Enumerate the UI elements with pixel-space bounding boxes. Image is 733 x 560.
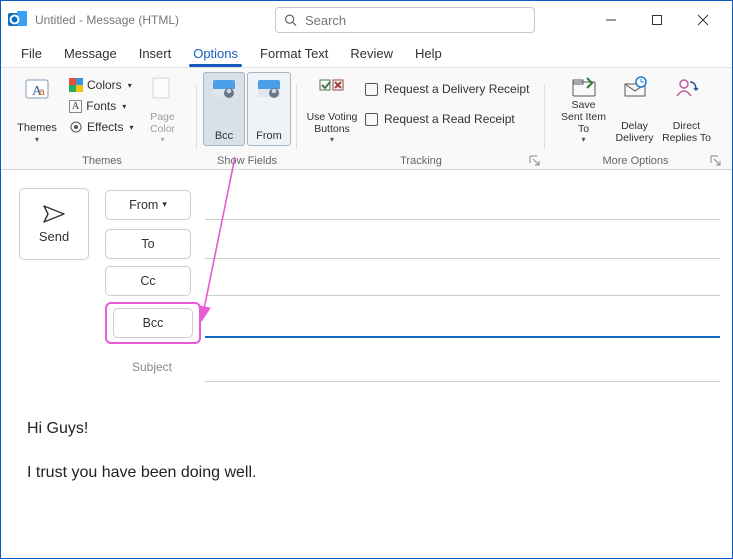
- ribbon-tabs: File Message Insert Options Format Text …: [1, 39, 732, 67]
- dialog-launcher-icon[interactable]: [710, 155, 722, 167]
- dialog-launcher-icon[interactable]: [529, 155, 541, 167]
- search-icon: [284, 13, 297, 27]
- bcc-highlight: Bcc: [105, 302, 201, 344]
- to-field[interactable]: [205, 229, 720, 259]
- subject-field[interactable]: [205, 352, 720, 382]
- chevron-down-icon: ▾: [162, 199, 167, 210]
- from-field[interactable]: [205, 190, 720, 220]
- tab-message[interactable]: Message: [62, 42, 119, 67]
- direct-replies-button[interactable]: Direct Replies To: [660, 72, 714, 146]
- themes-button[interactable]: Aa Themes ▾: [13, 72, 61, 146]
- tab-options[interactable]: Options: [191, 42, 240, 67]
- chevron-down-icon: ▾: [129, 123, 133, 132]
- chevron-down-icon: ▾: [330, 135, 334, 144]
- body-line: Hi Guys!: [27, 418, 712, 440]
- bcc-button[interactable]: Bcc: [113, 308, 193, 338]
- close-button[interactable]: [680, 2, 726, 38]
- cc-button[interactable]: Cc: [105, 266, 191, 296]
- minimize-button[interactable]: [588, 2, 634, 38]
- bcc-field[interactable]: [205, 308, 720, 338]
- save-sent-item-button[interactable]: Save Sent Item To ▾: [558, 72, 610, 146]
- from-button[interactable]: From▾: [105, 190, 191, 220]
- fonts-button[interactable]: A Fonts▾: [65, 97, 137, 115]
- chevron-down-icon: ▾: [122, 102, 126, 111]
- compose-area: Send From▾ To Cc Bcc Subject Hi Guys! I …: [1, 170, 732, 485]
- message-body[interactable]: Hi Guys! I trust you have been doing wel…: [19, 382, 720, 485]
- direct-replies-icon: [674, 76, 700, 98]
- chevron-down-icon: ▾: [35, 135, 39, 144]
- chevron-down-icon: ▾: [581, 135, 585, 144]
- window-title: Untitled - Message (HTML): [35, 13, 179, 27]
- page-color-icon: [150, 76, 174, 100]
- effects-icon: [69, 120, 83, 134]
- tab-file[interactable]: File: [19, 42, 44, 67]
- fonts-icon: A: [69, 100, 82, 113]
- svg-text:a: a: [39, 87, 45, 98]
- to-button[interactable]: To: [105, 229, 191, 259]
- body-line: I trust you have been doing well.: [27, 462, 712, 484]
- outlook-icon: [7, 9, 29, 31]
- from-icon: [256, 77, 282, 103]
- tab-insert[interactable]: Insert: [137, 42, 174, 67]
- tab-format-text[interactable]: Format Text: [258, 42, 330, 67]
- themes-icon: Aa: [23, 76, 51, 104]
- voting-buttons-button[interactable]: Use Voting Buttons ▾: [303, 72, 361, 146]
- ribbon-group-tracking: Use Voting Buttons ▾ Request a Delivery …: [297, 68, 545, 169]
- send-icon: [43, 205, 65, 223]
- tab-review[interactable]: Review: [348, 42, 395, 67]
- search-input[interactable]: [303, 12, 526, 29]
- ribbon-group-show-fields: Bcc From Show Fields: [197, 68, 297, 169]
- checkbox-icon: [365, 113, 378, 126]
- effects-button[interactable]: Effects▾: [65, 118, 137, 136]
- save-sent-icon: [571, 76, 597, 98]
- subject-label: Subject: [105, 360, 199, 374]
- window-controls: [588, 2, 726, 38]
- page-color-button[interactable]: Page Color ▾: [141, 72, 183, 146]
- search-box[interactable]: [275, 7, 535, 33]
- delay-delivery-icon: [622, 76, 648, 98]
- read-receipt-checkbox[interactable]: Request a Read Receipt: [365, 110, 529, 128]
- delay-delivery-button[interactable]: Delay Delivery: [612, 72, 658, 146]
- ribbon: Aa Themes ▾ Colors▾ A Fonts▾ Effects▾: [1, 67, 732, 170]
- colors-button[interactable]: Colors▾: [65, 76, 137, 94]
- checkbox-icon: [365, 83, 378, 96]
- cc-field[interactable]: [205, 266, 720, 296]
- ribbon-group-themes: Aa Themes ▾ Colors▾ A Fonts▾ Effects▾: [7, 68, 197, 169]
- voting-icon: [318, 76, 346, 100]
- colors-icon: [69, 78, 83, 92]
- chevron-down-icon: ▾: [128, 81, 132, 90]
- bcc-toggle-button[interactable]: Bcc: [203, 72, 245, 146]
- send-button[interactable]: Send: [19, 188, 89, 260]
- ribbon-group-more-options: Save Sent Item To ▾ Delay Delivery Direc…: [545, 68, 726, 169]
- tab-help[interactable]: Help: [413, 42, 444, 67]
- title-bar: Untitled - Message (HTML): [1, 1, 732, 39]
- maximize-button[interactable]: [634, 2, 680, 38]
- chevron-down-icon: ▾: [160, 135, 164, 144]
- bcc-icon: [211, 77, 237, 103]
- from-toggle-button[interactable]: From: [247, 72, 291, 146]
- delivery-receipt-checkbox[interactable]: Request a Delivery Receipt: [365, 80, 529, 98]
